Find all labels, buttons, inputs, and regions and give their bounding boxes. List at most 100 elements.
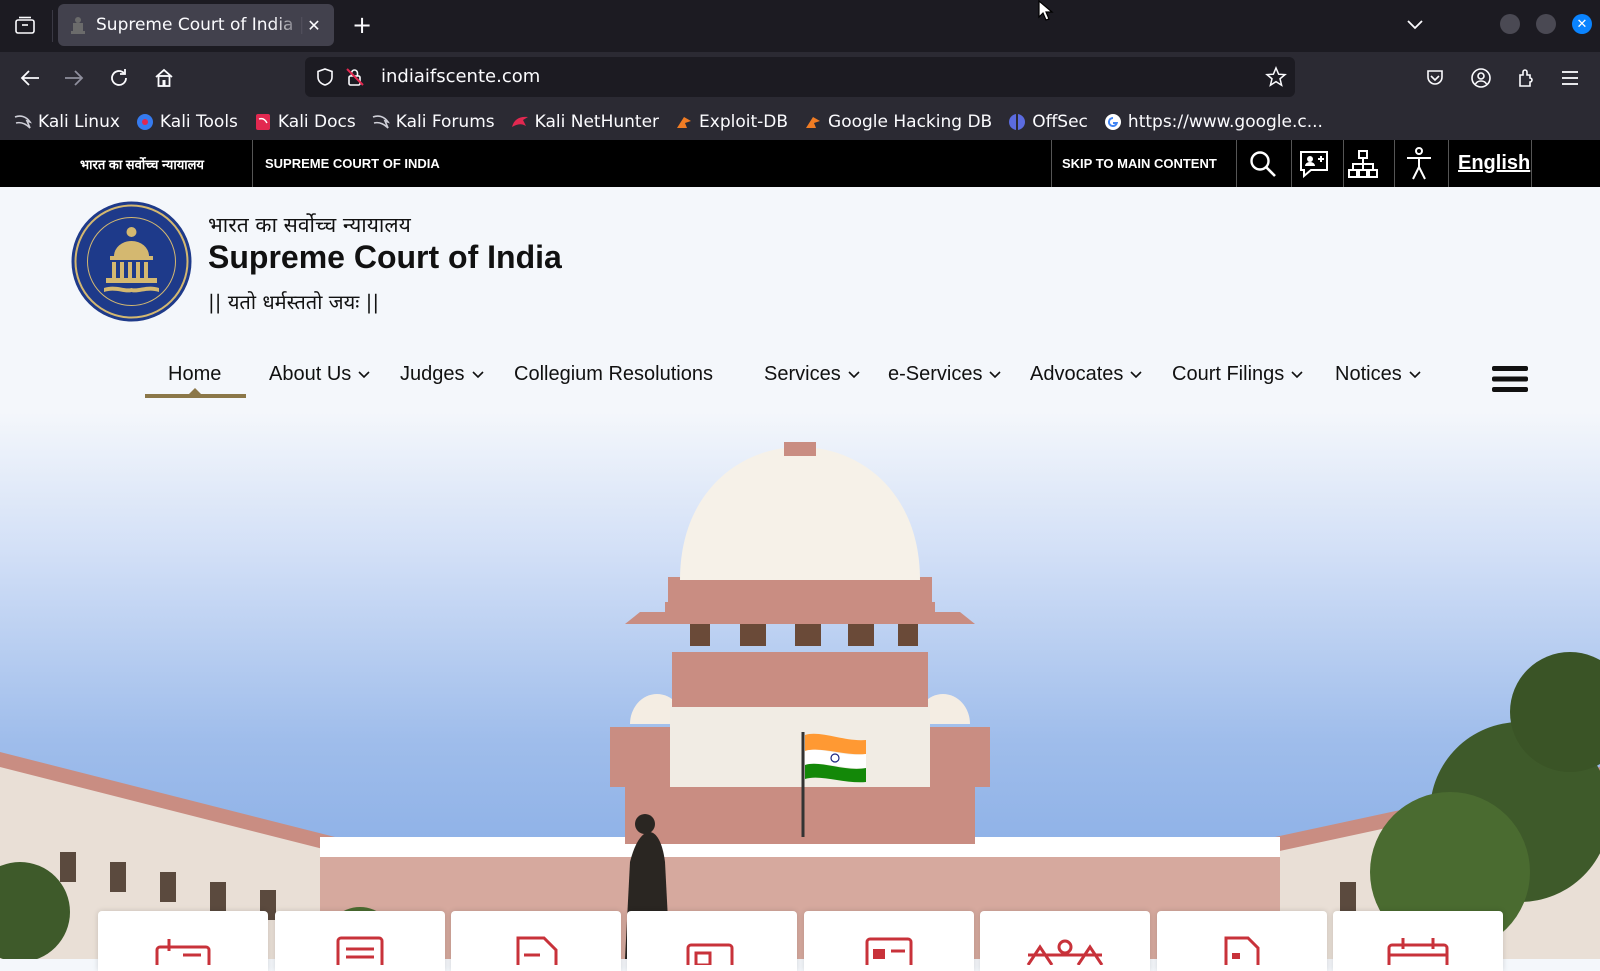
bookmark-kali-docs[interactable]: Kali Docs — [254, 112, 356, 132]
sitemap-icon[interactable] — [1337, 140, 1389, 187]
chevron-down-icon[interactable] — [1400, 10, 1430, 40]
bookmarks-toolbar: Kali Linux Kali Tools Kali Docs Kali For… — [0, 103, 1600, 140]
hindi-site-link[interactable]: भारत का सर्वोच्च न्यायालय — [80, 140, 204, 187]
kali-dragon-icon — [14, 113, 32, 131]
file-icon — [516, 936, 558, 965]
site-title[interactable]: Supreme Court of India — [208, 239, 562, 276]
divider — [1531, 140, 1532, 187]
divider — [1051, 140, 1052, 187]
quick-link-card[interactable] — [1333, 911, 1503, 971]
quick-link-card[interactable] — [804, 911, 974, 971]
bookmark-kali-tools[interactable]: Kali Tools — [136, 112, 238, 132]
nav-item-e-services[interactable]: e-Services — [888, 354, 1002, 394]
account-icon[interactable] — [1465, 62, 1497, 94]
offsec-icon — [1008, 113, 1026, 131]
quick-link-card[interactable] — [980, 911, 1150, 971]
url-text[interactable]: indiaifscente.com — [381, 66, 540, 87]
tab-favicon-icon — [68, 15, 88, 35]
quick-link-card[interactable] — [1157, 911, 1327, 971]
google-icon — [1104, 113, 1122, 131]
search-icon[interactable] — [1237, 140, 1289, 187]
nav-item-services[interactable]: Services — [764, 354, 860, 394]
accessibility-icon[interactable] — [1393, 140, 1445, 187]
nav-item-notices[interactable]: Notices — [1335, 354, 1421, 394]
chevron-down-icon — [989, 371, 1002, 379]
active-indicator-underline — [145, 394, 246, 398]
nethunter-icon — [511, 113, 529, 131]
home-icon[interactable] — [148, 62, 180, 94]
language-selector[interactable]: English — [1458, 140, 1530, 187]
nav-item-judges[interactable]: Judges — [400, 354, 484, 394]
divider — [252, 140, 253, 187]
supreme-court-emblem-logo[interactable] — [70, 200, 193, 323]
window-close-button[interactable]: ✕ — [1572, 14, 1592, 34]
english-site-link[interactable]: SUPREME COURT OF INDIA — [265, 140, 440, 187]
nav-item-about-us[interactable]: About Us — [269, 354, 370, 394]
bookmark-kali-nethunter[interactable]: Kali NetHunter — [511, 112, 659, 132]
nav-item-court-filings[interactable]: Court Filings — [1172, 354, 1303, 394]
main-navigation: Home About Us Judges Collegium Resolutio… — [0, 354, 1600, 400]
id-card-icon — [865, 937, 913, 965]
insecure-lock-icon[interactable] — [345, 67, 365, 87]
divider — [1448, 140, 1449, 187]
quick-link-card[interactable] — [275, 911, 445, 971]
tab-list-icon[interactable] — [10, 10, 40, 40]
ghdb-icon — [804, 113, 822, 131]
tab-close-icon[interactable]: ✕ — [304, 15, 324, 35]
nav-item-collegium-resolutions[interactable]: Collegium Resolutions — [514, 354, 713, 394]
browser-tab-bar: Supreme Court of India | I ✕ + ✕ — [0, 0, 1600, 52]
browser-toolbar: indiaifscente.com — [0, 52, 1600, 103]
kali-docs-icon — [254, 113, 272, 131]
quick-link-cards — [98, 911, 1503, 971]
exploit-db-icon — [675, 113, 693, 131]
new-tab-icon[interactable]: + — [347, 10, 377, 40]
hamburger-menu-icon[interactable] — [1492, 364, 1528, 394]
scales-of-justice-icon — [1026, 939, 1104, 965]
quick-link-card[interactable] — [98, 911, 268, 971]
bookmark-exploit-db[interactable]: Exploit-DB — [675, 112, 788, 132]
bookmark-kali-forums[interactable]: Kali Forums — [372, 112, 495, 132]
bookmark-google-hacking-db[interactable]: Google Hacking DB — [804, 112, 992, 132]
hindi-site-title: भारत का सर्वोच्च न्यायालय — [208, 213, 411, 237]
chat-feedback-icon[interactable] — [1288, 140, 1340, 187]
skip-to-main-content-link[interactable]: SKIP TO MAIN CONTENT — [1062, 140, 1217, 187]
site-motto: || यतो धर्मस्ततो जयः || — [208, 290, 380, 314]
chevron-down-icon — [1291, 371, 1303, 379]
kali-tools-icon — [136, 113, 154, 131]
chevron-down-icon — [1409, 371, 1421, 379]
bookmark-kali-linux[interactable]: Kali Linux — [14, 112, 120, 132]
chevron-down-icon — [848, 371, 860, 379]
calendar-icon — [1387, 938, 1449, 965]
document-list-icon — [336, 936, 384, 965]
pocket-icon[interactable] — [1419, 62, 1451, 94]
maximize-button[interactable] — [1536, 14, 1556, 34]
address-bar[interactable]: indiaifscente.com — [305, 57, 1295, 97]
reload-icon[interactable] — [103, 62, 135, 94]
document-icon — [1224, 936, 1260, 965]
minimize-button[interactable] — [1500, 14, 1520, 34]
quick-link-card[interactable] — [451, 911, 621, 971]
site-top-strip: भारत का सर्वोच्च न्यायालय SUPREME COURT … — [0, 140, 1600, 187]
bookmark-star-icon[interactable] — [1265, 66, 1287, 88]
nav-item-advocates[interactable]: Advocates — [1030, 354, 1142, 394]
back-arrow-icon[interactable] — [14, 62, 46, 94]
chevron-down-icon — [358, 371, 370, 379]
chevron-down-icon — [471, 371, 484, 379]
quick-link-card[interactable] — [627, 911, 797, 971]
chevron-down-icon — [1130, 371, 1142, 379]
active-tab[interactable]: Supreme Court of India | I ✕ — [58, 4, 334, 46]
tab-title: Supreme Court of India | I — [96, 15, 304, 35]
hero-banner — [0, 412, 1600, 959]
supreme-court-building-image — [0, 442, 1600, 959]
cause-list-icon — [155, 939, 211, 965]
bookmark-offsec[interactable]: OffSec — [1008, 112, 1088, 132]
extensions-icon[interactable] — [1510, 62, 1542, 94]
forward-arrow-icon[interactable] — [58, 62, 90, 94]
newspaper-icon — [686, 943, 734, 965]
kali-dragon-icon — [372, 113, 390, 131]
site-header: भारत का सर्वोच्च न्यायालय Supreme Court … — [0, 187, 1600, 412]
app-menu-icon[interactable] — [1554, 62, 1586, 94]
tab-separator — [52, 10, 53, 42]
shield-icon[interactable] — [315, 67, 335, 87]
bookmark-google[interactable]: https://www.google.c... — [1104, 112, 1323, 132]
